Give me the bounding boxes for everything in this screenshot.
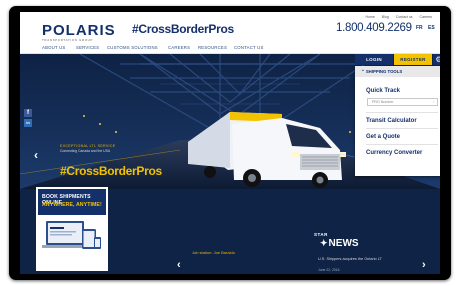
gear-icon[interactable]: ⚙ (433, 54, 440, 65)
top-links: Home Blog Contact us Careers (365, 15, 432, 19)
chevron-up-icon: ⌃ (361, 69, 365, 74)
currency-converter-link[interactable]: Currency Converter (366, 150, 422, 156)
facebook-icon[interactable]: f (24, 109, 32, 117)
shipping-tools-header[interactable]: ⌃ SHIPPING TOOLS (355, 66, 440, 77)
pro-number-input[interactable]: PRO Number (367, 98, 438, 106)
news-headline[interactable]: U.S. Shippers acquires the Ontario LT (318, 257, 382, 261)
polaris-logo[interactable]: POLARIS (42, 22, 116, 39)
star-news-logo: ✦NEWS (320, 238, 359, 249)
transit-calculator-link[interactable]: Transit Calculator (366, 118, 417, 124)
nav-about-us[interactable]: ABOUT US (42, 45, 66, 50)
promo-header: BOOK SHIPMENTS ONLINE ANYWHERE, ANYTIME! (38, 189, 106, 215)
hero-series-label: EXCEPTIONAL LTL SERVICE (60, 144, 116, 148)
nav-resources[interactable]: RESOURCES (198, 45, 227, 50)
promo-line2: ANYWHERE, ANYTIME! (42, 202, 102, 208)
hero-prev-arrow-icon[interactable]: ‹ (34, 148, 38, 162)
nav-services[interactable]: SERVICES (76, 45, 99, 50)
nav-customs-solutions[interactable]: CUSTOMS SOLUTIONS (107, 45, 158, 50)
top-link-home[interactable]: Home (365, 15, 374, 19)
shipping-tools-title: SHIPPING TOOLS (365, 69, 403, 74)
nav-careers[interactable]: CAREERS (168, 45, 190, 50)
hero-hashtag: #CrossBorderPros (60, 164, 162, 178)
lang-es-link[interactable]: ES (428, 25, 435, 31)
book-shipments-promo[interactable]: BOOK SHIPMENTS ONLINE ANYWHERE, ANYTIME! (36, 187, 108, 271)
quick-track-label: Quick Track (366, 88, 401, 94)
devices-illustration (42, 221, 101, 249)
star-label: STAR (314, 232, 328, 237)
logo-text: POLARIS (42, 22, 116, 39)
linkedin-icon[interactable]: in (24, 119, 32, 127)
hero-series-subtitle: Connecting Canada and the USA (60, 149, 111, 153)
top-link-careers[interactable]: Careers (420, 15, 432, 19)
news-left-title[interactable]: Job station: Joe Baraldo (192, 250, 235, 255)
news-date: June 22, 2016 (318, 268, 340, 272)
divider (366, 128, 438, 129)
divider (366, 144, 438, 145)
top-link-blog[interactable]: Blog (382, 15, 389, 19)
news-prev-arrow-icon[interactable]: ‹ (177, 259, 181, 271)
nav-contact-us[interactable]: CONTACT US (234, 45, 264, 50)
browser-viewport: POLARIS TRANSPORTATION GROUP #CrossBorde… (20, 12, 440, 274)
shipping-tools-panel: ⌃ SHIPPING TOOLS Quick Track PRO Number … (355, 66, 440, 176)
main-nav: ABOUT US SERVICES CUSTOMS SOLUTIONS CARE… (20, 42, 440, 54)
divider (366, 112, 438, 113)
news-label: NEWS (328, 238, 359, 249)
register-button[interactable]: REGISTER (394, 54, 432, 65)
star-icon: ✦ (320, 238, 328, 248)
lang-fr-link[interactable]: FR (416, 25, 423, 31)
header-tagline: #CrossBorderPros (132, 22, 234, 36)
pro-submit-chevron-icon[interactable]: › (433, 99, 434, 104)
login-button[interactable]: LOGIN (355, 54, 393, 65)
get-a-quote-link[interactable]: Get a Quote (366, 134, 400, 140)
news-next-arrow-icon[interactable]: › (422, 259, 426, 271)
phone-number[interactable]: 1.800.409.2269 (336, 22, 412, 34)
top-link-contact[interactable]: Contact us (396, 15, 413, 19)
